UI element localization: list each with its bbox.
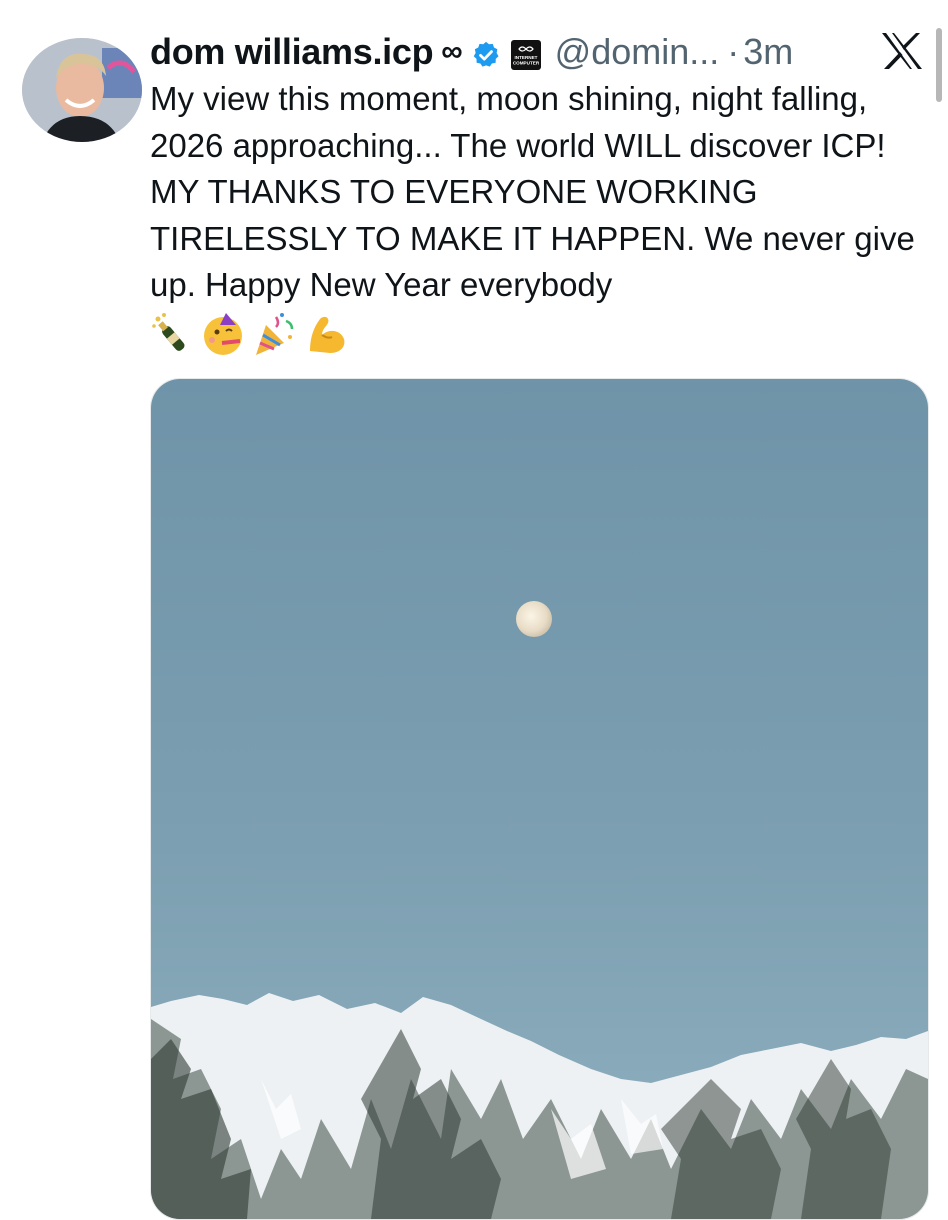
tweet[interactable]: dom williams.icp ∞ INTERNET COMPUTER @do… xyxy=(0,0,948,1220)
name-infinity-symbol: ∞ xyxy=(441,35,463,68)
affiliation-badge-line1: INTERNET xyxy=(514,55,537,60)
scrollbar[interactable] xyxy=(936,28,942,102)
tweet-timestamp[interactable]: 3m xyxy=(743,31,793,73)
avatar[interactable] xyxy=(22,38,142,142)
x-logo-icon[interactable] xyxy=(880,31,924,71)
champagne-emoji xyxy=(152,313,185,351)
tweet-text: My view this moment, moon shining, night… xyxy=(150,80,915,303)
partying-face-emoji xyxy=(204,313,242,355)
user-handle[interactable]: @domin... xyxy=(555,31,720,73)
avatar-photo xyxy=(22,38,142,142)
tweet-header: dom williams.icp ∞ INTERNET COMPUTER @do… xyxy=(150,28,793,76)
affiliation-badge-line2: COMPUTER xyxy=(513,61,540,66)
header-separator: · xyxy=(727,31,740,72)
moon-over-mountains-photo xyxy=(151,379,928,1219)
tweet-media-image[interactable] xyxy=(150,378,929,1220)
flexed-biceps-emoji xyxy=(310,316,345,353)
display-name[interactable]: dom williams.icp xyxy=(150,31,434,73)
emoji-row xyxy=(150,310,350,358)
verified-badge-icon[interactable] xyxy=(471,37,501,67)
party-popper-emoji xyxy=(256,313,294,355)
internet-computer-affiliation-badge[interactable]: INTERNET COMPUTER xyxy=(510,37,541,70)
